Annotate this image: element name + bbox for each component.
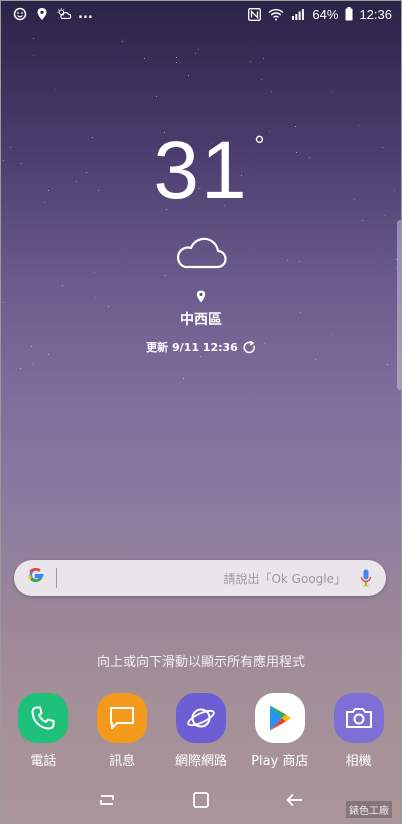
app-internet[interactable]: 網際網路 [163, 693, 239, 769]
weather-city: 中西區 [180, 312, 222, 328]
message-icon[interactable] [97, 693, 148, 743]
back-arrow-icon [286, 793, 302, 807]
play-store-icon[interactable] [254, 693, 305, 743]
app-label: 電話 [30, 754, 57, 769]
home-icon [193, 792, 209, 808]
star [261, 78, 263, 80]
star [121, 40, 123, 42]
star [187, 75, 189, 77]
navigation-bar [0, 782, 402, 818]
star [262, 57, 264, 59]
camera-icon[interactable] [333, 693, 384, 743]
star [20, 368, 22, 370]
internet-icon[interactable] [175, 693, 226, 743]
app-dock: 電話 訊息 網際網路 Play 商店 相機 [0, 693, 402, 769]
star [32, 37, 34, 39]
weather-widget[interactable]: 31 ° 中西區 更新 9/11 12:36 [0, 128, 402, 355]
app-phone[interactable]: 電話 [5, 693, 81, 769]
app-label: 網際網路 [174, 754, 227, 769]
weather-status-icon [56, 6, 72, 22]
star [33, 54, 35, 56]
status-bar: ... 64% 12:36 [0, 0, 402, 28]
temperature-value: 31 [153, 125, 249, 216]
star [183, 378, 185, 380]
app-label: Play 商店 [251, 754, 309, 769]
star [387, 363, 389, 365]
temperature-display: 31 ° [153, 125, 264, 216]
app-messages[interactable]: 訊息 [84, 693, 160, 769]
star [314, 359, 316, 361]
refresh-icon[interactable] [243, 340, 256, 354]
star [176, 57, 178, 59]
sync-face-icon [12, 6, 28, 22]
star [155, 96, 157, 98]
google-search-bar[interactable]: 請說出「Ok Google」 [14, 560, 386, 596]
location-icon [34, 6, 50, 22]
star [199, 356, 201, 358]
recent-apps-icon [100, 795, 114, 805]
home-button[interactable] [181, 785, 221, 815]
weather-updated-text: 更新 9/11 12:36 [146, 341, 238, 354]
star [270, 90, 272, 92]
star [294, 126, 296, 128]
star [54, 89, 56, 91]
star [180, 62, 182, 64]
star [249, 61, 251, 63]
star [31, 363, 33, 365]
star [358, 125, 360, 127]
status-time: 12:36 [359, 6, 392, 22]
weather-updated: 更新 9/11 12:36 [0, 339, 402, 355]
star [197, 48, 199, 50]
star [176, 62, 178, 64]
battery-icon [344, 6, 353, 22]
signal-icon [290, 6, 306, 22]
app-camera[interactable]: 相機 [321, 693, 397, 769]
wifi-icon [268, 6, 284, 22]
location-pin-icon [196, 290, 206, 303]
watermark: 錶色工廠 [346, 801, 392, 818]
cloud-icon [176, 237, 227, 269]
phone-icon[interactable] [18, 693, 69, 743]
app-label: 訊息 [109, 754, 136, 769]
microphone-icon[interactable] [358, 568, 374, 588]
star [332, 90, 334, 92]
search-input[interactable]: 請說出「Ok Google」 [57, 570, 358, 587]
nfc-icon [246, 6, 262, 22]
battery-percent: 64% [312, 6, 339, 22]
degree-symbol: ° [254, 130, 265, 160]
star [143, 57, 145, 59]
status-overflow: ... [78, 6, 93, 22]
back-button[interactable] [275, 785, 315, 815]
edge-panel-handle[interactable] [397, 220, 402, 390]
swipe-hint-text: 向上或向下滑動以顯示所有應用程式 [96, 655, 305, 670]
app-label: 相機 [345, 754, 372, 769]
app-play-store[interactable]: Play 商店 [242, 693, 318, 769]
recent-apps-button[interactable] [87, 785, 127, 815]
star [195, 53, 197, 55]
google-logo[interactable] [26, 566, 46, 590]
